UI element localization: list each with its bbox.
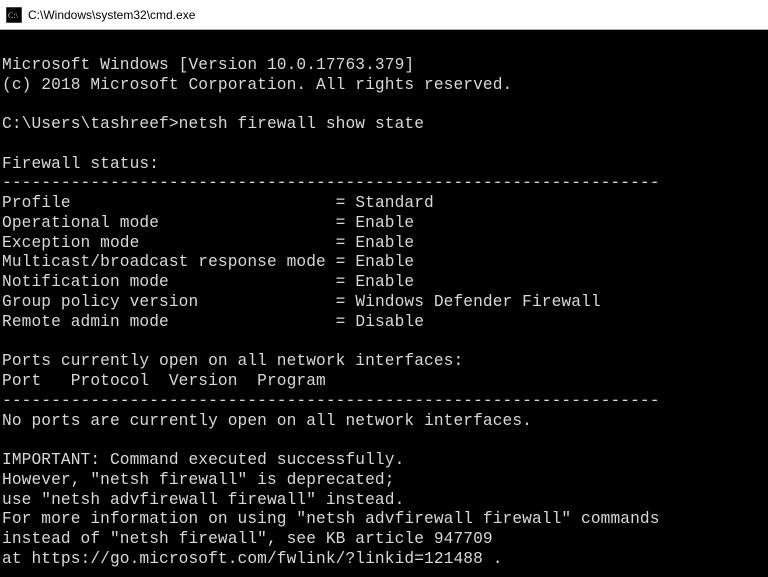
- important-line: IMPORTANT: Command executed successfully…: [2, 451, 404, 469]
- status-row: Operational mode = Enable: [2, 214, 414, 232]
- svg-text:C:\: C:\: [8, 11, 19, 20]
- status-row: Profile = Standard: [2, 194, 434, 212]
- banner-line: (c) 2018 Microsoft Corporation. All righ…: [2, 76, 512, 94]
- important-line: However, "netsh firewall" is deprecated;: [2, 471, 395, 489]
- ports-heading: Ports currently open on all network inte…: [2, 352, 463, 370]
- terminal-output: Microsoft Windows [Version 10.0.17763.37…: [0, 30, 768, 577]
- status-heading: Firewall status:: [2, 155, 159, 173]
- ports-columns: Port Protocol Version Program: [2, 372, 326, 390]
- important-line: instead of "netsh firewall", see KB arti…: [2, 530, 493, 548]
- important-line: For more information on using "netsh adv…: [2, 510, 660, 528]
- status-row: Multicast/broadcast response mode = Enab…: [2, 253, 414, 271]
- cmd-icon: C:\: [6, 7, 22, 23]
- status-row: Exception mode = Enable: [2, 234, 414, 252]
- window-title: C:\Windows\system32\cmd.exe: [28, 8, 195, 22]
- no-ports-line: No ports are currently open on all netwo…: [2, 412, 532, 430]
- banner-line: Microsoft Windows [Version 10.0.17763.37…: [2, 56, 414, 74]
- status-row: Remote admin mode = Disable: [2, 313, 424, 331]
- prompt: C:\Users\tashreef>: [2, 115, 179, 133]
- important-line: use "netsh advfirewall firewall" instead…: [2, 491, 404, 509]
- window-title-bar[interactable]: C:\ C:\Windows\system32\cmd.exe: [0, 0, 768, 30]
- status-row: Group policy version = Windows Defender …: [2, 293, 601, 311]
- separator: ----------------------------------------…: [2, 174, 660, 192]
- status-row: Notification mode = Enable: [2, 273, 414, 291]
- separator: ----------------------------------------…: [2, 392, 660, 410]
- important-line: at https://go.microsoft.com/fwlink/?link…: [2, 550, 503, 568]
- command-input[interactable]: netsh firewall show state: [179, 115, 424, 133]
